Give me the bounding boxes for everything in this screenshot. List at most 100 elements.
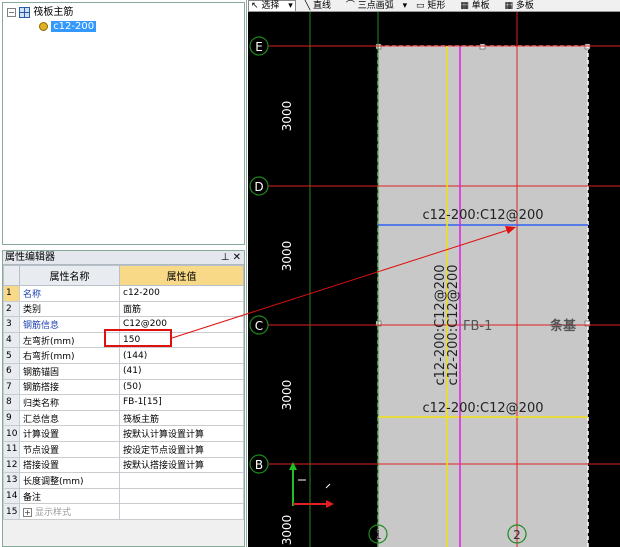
property-editor-title-text: 属性编辑器: [5, 252, 55, 263]
dim-text-below: 3000: [280, 515, 294, 546]
property-row[interactable]: 15 + 显示样式: [3, 503, 244, 520]
property-name: 归类名称: [19, 394, 120, 411]
row-number: 14: [3, 487, 20, 505]
component-tree: − 筏板主筋 c12-200: [2, 2, 245, 245]
property-table: 属性名称 属性值 1 名称 c12-200 2 类别 面筋 3 钢筋信息 C12@200 4 左弯折…: [3, 265, 244, 520]
axis-label-b: B: [255, 458, 263, 472]
arc-button[interactable]: ⌒ 三点画弧 ▾: [346, 1, 407, 11]
property-row[interactable]: 1 名称 c12-200: [3, 285, 244, 302]
row-number: 9: [3, 409, 20, 427]
property-value[interactable]: (50): [119, 378, 244, 396]
slab-area[interactable]: [378, 46, 588, 547]
line-button[interactable]: ╲ 直线: [305, 1, 337, 11]
header-num: [3, 265, 20, 286]
property-value[interactable]: [119, 503, 244, 520]
property-row[interactable]: 8 归类名称 FB-1[15]: [3, 394, 244, 411]
property-value[interactable]: [119, 487, 244, 505]
ucs-y-arrow: [289, 462, 297, 470]
grid-icon: [19, 6, 31, 18]
property-name-text: 节点设置: [23, 445, 60, 456]
expand-icon[interactable]: +: [23, 508, 32, 518]
property-row[interactable]: 7 钢筋搭接 (50): [3, 378, 244, 396]
drawing-canvas[interactable]: E D C B 1 2 3000 3000 3000 3000 c12-200:…: [248, 0, 620, 547]
tree-root-label: 筏板主筋: [33, 7, 74, 18]
property-name-text: 类别: [23, 305, 42, 316]
row-number: 7: [3, 378, 20, 396]
property-name-text: 显示样式: [35, 508, 72, 519]
property-name-text: 钢筋信息: [23, 320, 60, 331]
property-name: 搭接设置: [19, 456, 120, 474]
property-name-text: 搭接设置: [23, 461, 60, 472]
collapse-icon[interactable]: −: [7, 7, 16, 17]
property-row[interactable]: 11 节点设置 按设定节点设置计算: [3, 440, 244, 458]
row-number: 15: [3, 503, 20, 520]
label-fb: FB-1: [463, 319, 492, 334]
row-number: 10: [3, 425, 20, 442]
label-vertical-2: c12-200:C12@200: [446, 264, 461, 385]
dim-text-dc: 3000: [280, 241, 294, 272]
close-icon[interactable]: ✕: [233, 252, 241, 263]
property-value[interactable]: (144): [119, 347, 244, 364]
axis-label-d: D: [254, 180, 263, 194]
property-name: 节点设置: [19, 440, 120, 458]
property-name: 钢筋搭接: [19, 378, 120, 396]
label-tiaoji: 条基: [550, 318, 577, 334]
property-row[interactable]: 13 长度调整(mm): [3, 472, 244, 489]
property-name-text: 备注: [23, 492, 42, 503]
dim-text-cb: 3000: [280, 380, 294, 411]
canvas-svg[interactable]: E D C B 1 2 3000 3000 3000 3000 c12-200:…: [248, 0, 620, 547]
header-name: 属性名称: [19, 265, 120, 286]
row-number: 6: [3, 362, 20, 380]
property-editor-title: 属性编辑器 ⊥ ✕: [3, 251, 244, 265]
row-number: 4: [3, 331, 20, 349]
single-slab-button[interactable]: ▦ 单板: [460, 1, 495, 11]
tree-node-child[interactable]: c12-200: [39, 20, 97, 34]
property-row[interactable]: 14 备注: [3, 487, 244, 505]
property-row[interactable]: 2 类别 面筋: [3, 300, 244, 318]
property-row[interactable]: 5 右弯折(mm) (144): [3, 347, 244, 364]
row-number: 12: [3, 456, 20, 474]
property-value[interactable]: 按设定节点设置计算: [119, 440, 244, 458]
property-name: 汇总信息: [19, 409, 120, 427]
property-row[interactable]: 12 搭接设置 按默认搭接设置计算: [3, 456, 244, 474]
property-value[interactable]: (41): [119, 362, 244, 380]
ucs-x-arrow: [326, 500, 334, 508]
multi-slab-button[interactable]: ▦ 多板: [505, 1, 540, 11]
property-row[interactable]: 10 计算设置 按默认计算设置计算: [3, 425, 244, 442]
property-row[interactable]: 6 钢筋锚固 (41): [3, 362, 244, 380]
property-value[interactable]: 按默认搭接设置计算: [119, 456, 244, 474]
row-number: 11: [3, 440, 20, 458]
dim-text-ed: 3000: [280, 101, 294, 132]
property-value[interactable]: [119, 472, 244, 489]
property-name-text: 钢筋搭接: [23, 383, 60, 394]
property-row[interactable]: 9 汇总信息 筏板主筋: [3, 409, 244, 427]
property-name: 长度调整(mm): [19, 472, 120, 489]
axis-label-c: C: [255, 319, 263, 333]
tree-node-root[interactable]: − 筏板主筋: [7, 6, 73, 20]
property-value[interactable]: FB-1[15]: [119, 394, 244, 411]
axis-label-1: 1: [374, 528, 382, 542]
select-button[interactable]: ↖ 选择 ▾: [248, 0, 296, 11]
property-name-text: 右弯折(mm): [23, 352, 75, 363]
property-value[interactable]: 按默认计算设置计算: [119, 425, 244, 442]
tree-child-label: c12-200: [51, 21, 97, 32]
property-value[interactable]: 面筋: [119, 300, 244, 318]
highlight-box: [104, 329, 172, 347]
property-name: 右弯折(mm): [19, 347, 120, 364]
label-bottom-rebar: c12-200:C12@200: [422, 401, 543, 416]
property-name-text: 汇总信息: [23, 414, 60, 425]
property-name-text: 名称: [23, 289, 42, 300]
rebar-icon: [39, 21, 48, 31]
pin-icon[interactable]: ⊥: [221, 252, 230, 263]
property-name: 钢筋锚固: [19, 362, 120, 380]
property-name-text: 长度调整(mm): [23, 476, 84, 487]
left-panel: − 筏板主筋 c12-200 属性编辑器 ⊥ ✕ 属性名称 属性值 1 名称 c12…: [0, 0, 247, 547]
rect-button[interactable]: ▭ 矩形: [416, 1, 451, 11]
property-value[interactable]: 筏板主筋: [119, 409, 244, 427]
property-name-text: 计算设置: [23, 430, 60, 441]
property-name: 备注: [19, 487, 120, 505]
header-value: 属性值: [119, 265, 244, 286]
row-number: 2: [3, 300, 20, 318]
property-name: + 显示样式: [19, 503, 120, 520]
property-value[interactable]: c12-200: [119, 285, 244, 302]
